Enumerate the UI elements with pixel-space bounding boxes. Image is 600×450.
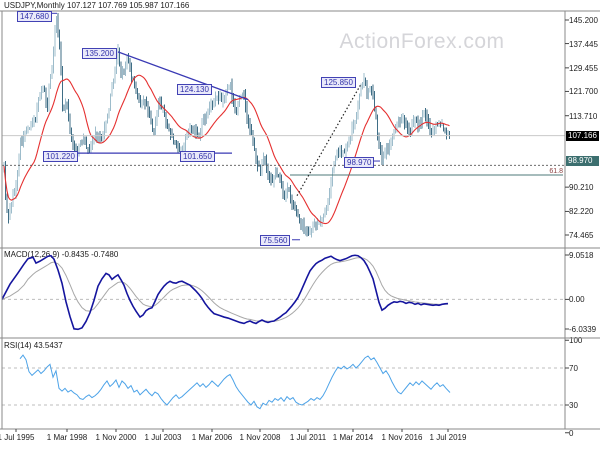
price-level-label[interactable]: 147.680: [17, 11, 52, 22]
price-level-label[interactable]: 75.560: [260, 235, 291, 246]
macd-main-line: [2, 254, 449, 331]
trendline: [296, 83, 362, 196]
chart-canvas[interactable]: [0, 0, 600, 450]
price-level-label[interactable]: 125.850: [321, 77, 356, 88]
price-level-label[interactable]: 101.220: [43, 151, 78, 162]
forex-chart-window: ActionForex.com USDJPY,Monthly 107.127 1…: [0, 0, 600, 450]
level-badge: 98.970: [566, 155, 599, 166]
fib-61.8-label: 61.8: [549, 168, 563, 175]
price-level-label[interactable]: 135.200: [82, 48, 117, 59]
candlesticks: [3, 12, 451, 238]
price-level-label[interactable]: 101.650: [180, 151, 215, 162]
current-price-badge: 107.166: [566, 130, 599, 141]
rsi-line: [19, 354, 451, 410]
price-level-label[interactable]: 98.970: [344, 157, 375, 168]
moving-average-line: [3, 74, 450, 225]
price-level-label[interactable]: 124.130: [177, 84, 212, 95]
